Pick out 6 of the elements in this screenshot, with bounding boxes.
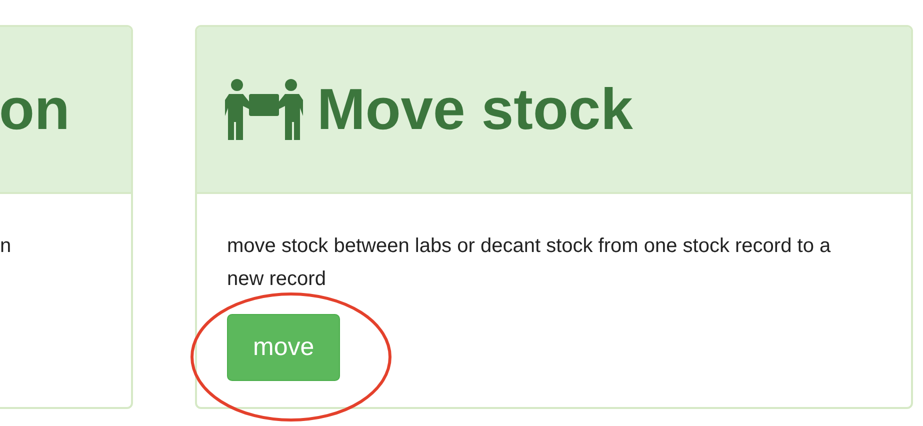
card-description: move stock between labs or decant stock from one stock record to a new record bbox=[227, 234, 832, 292]
card-title: on bbox=[0, 76, 70, 143]
card-description: n bbox=[0, 234, 12, 259]
move-button[interactable]: move bbox=[227, 314, 340, 381]
people-carrying-box-icon bbox=[225, 78, 303, 142]
card-title: Move stock bbox=[317, 76, 633, 143]
